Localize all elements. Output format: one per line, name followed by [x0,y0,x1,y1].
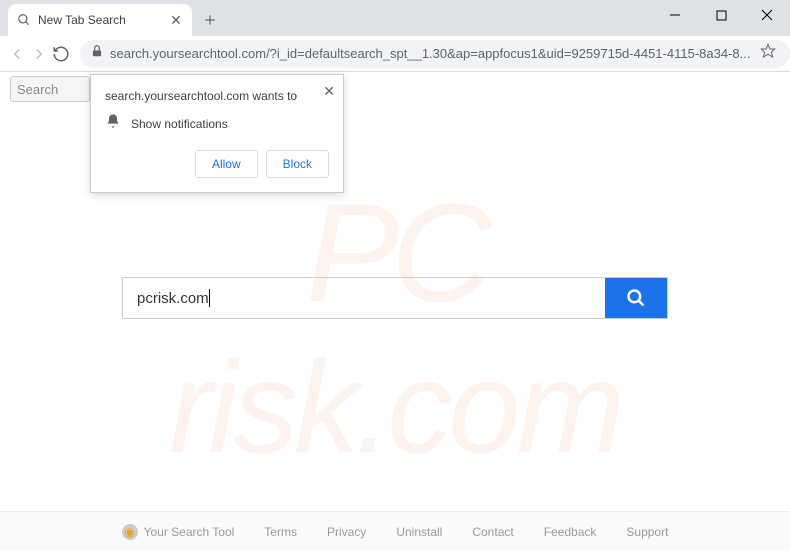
search-input[interactable]: pcrisk.com [123,278,605,318]
minimize-button[interactable] [652,0,698,30]
footer-link-uninstall[interactable]: Uninstall [396,525,442,539]
address-bar[interactable]: search.yoursearchtool.com/?i_id=defaults… [80,40,790,68]
window-controls [652,0,790,30]
bookmark-icon[interactable] [756,43,780,64]
footer-link-contact[interactable]: Contact [472,525,513,539]
footer-link-feedback[interactable]: Feedback [544,525,597,539]
search-value: pcrisk.com [137,290,209,307]
close-window-button[interactable] [744,0,790,30]
allow-button[interactable]: Allow [195,150,258,178]
watermark: risk.com [169,332,621,482]
footer-brand: ◉ Your Search Tool [122,524,235,540]
notification-body: Show notifications [131,117,228,131]
browser-tab[interactable]: New Tab Search ✕ [8,4,192,36]
new-tab-button[interactable] [196,6,224,34]
forward-button[interactable] [30,40,48,68]
browser-toolbar: search.yoursearchtool.com/?i_id=defaults… [0,36,790,72]
footer-link-privacy[interactable]: Privacy [327,525,366,539]
lock-icon [90,44,104,63]
main-search-box: pcrisk.com [122,277,668,319]
reload-button[interactable] [52,40,70,68]
text-cursor [209,289,210,307]
maximize-button[interactable] [698,0,744,30]
block-button[interactable]: Block [266,150,329,178]
footer-link-support[interactable]: Support [626,525,668,539]
notification-title: search.yoursearchtool.com wants to [105,89,329,103]
search-icon [16,12,32,28]
brand-name: Your Search Tool [144,525,235,539]
url-text: search.yoursearchtool.com/?i_id=defaults… [110,46,750,61]
bell-icon [105,113,121,134]
page-footer: ◉ Your Search Tool Terms Privacy Uninsta… [0,511,790,551]
notification-popup: ✕ search.yoursearchtool.com wants to Sho… [90,74,344,193]
page-content: Search ✕ search.yoursearchtool.com wants… [0,72,790,551]
top-search-input[interactable]: Search [10,76,90,102]
tab-title: New Tab Search [38,13,162,27]
footer-link-terms[interactable]: Terms [264,525,297,539]
close-icon[interactable]: ✕ [323,83,335,100]
search-button[interactable] [605,278,667,318]
back-button[interactable] [8,40,26,68]
brand-icon: ◉ [122,524,138,540]
close-icon[interactable]: ✕ [168,12,184,28]
titlebar: New Tab Search ✕ [0,0,790,36]
